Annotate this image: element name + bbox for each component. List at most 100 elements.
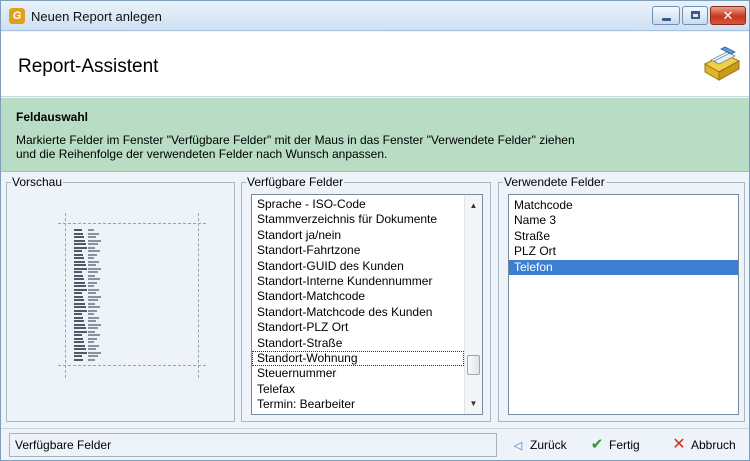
preview-row bbox=[74, 337, 83, 340]
preview-row bbox=[74, 344, 85, 347]
used-field-item[interactable]: Straße bbox=[509, 229, 738, 244]
preview-row bbox=[74, 250, 82, 252]
scroll-up-icon[interactable]: ▲ bbox=[465, 197, 482, 214]
available-field-item[interactable]: Standort-Matchcode bbox=[252, 289, 464, 304]
preview-row bbox=[74, 264, 86, 266]
preview-row bbox=[88, 348, 96, 350]
preview-row bbox=[74, 253, 83, 256]
minimize-button[interactable] bbox=[652, 6, 680, 25]
preview-row bbox=[88, 292, 96, 294]
available-field-item[interactable]: Standort ja/nein bbox=[252, 228, 464, 243]
cancel-button[interactable]: ✕ Abbruch bbox=[671, 436, 736, 454]
preview-row bbox=[88, 239, 101, 242]
preview-row bbox=[88, 264, 96, 266]
preview-row bbox=[88, 330, 95, 333]
preview-row bbox=[74, 288, 87, 291]
available-field-item[interactable]: Sprache - ISO-Code bbox=[252, 197, 464, 212]
preview-row bbox=[74, 323, 85, 326]
scroll-thumb[interactable] bbox=[467, 355, 480, 375]
preview-row bbox=[88, 246, 95, 249]
preview-row bbox=[88, 285, 94, 287]
available-fields-scrollbar[interactable]: ▲ ▼ bbox=[464, 195, 482, 414]
available-field-item[interactable]: Standort-Interne Kundennummer bbox=[252, 274, 464, 289]
wizard-header: Report-Assistent bbox=[1, 32, 749, 97]
report-drawer-icon bbox=[703, 46, 741, 81]
preview-row bbox=[88, 288, 99, 291]
app-logo-icon: G bbox=[9, 8, 25, 24]
preview-row bbox=[74, 267, 87, 270]
preview-row bbox=[88, 316, 99, 319]
preview-row bbox=[74, 274, 83, 277]
preview-row bbox=[88, 232, 99, 235]
available-fields-list[interactable]: Sprache - ISO-Code Stammverzeichnis für D… bbox=[251, 194, 483, 415]
preview-row bbox=[74, 236, 84, 238]
preview-row bbox=[88, 323, 101, 326]
available-field-item[interactable]: Standort-Wohnung bbox=[252, 350, 464, 367]
available-fields-items: Sprache - ISO-Code Stammverzeichnis für D… bbox=[252, 197, 464, 412]
preview-row bbox=[74, 281, 85, 284]
preview-row bbox=[88, 337, 97, 340]
page-margin-line bbox=[58, 365, 206, 366]
preview-row bbox=[74, 295, 83, 298]
cancel-x-icon: ✕ bbox=[672, 436, 686, 453]
scroll-down-icon[interactable]: ▼ bbox=[465, 395, 482, 412]
finish-button[interactable]: ✔ Fertig bbox=[589, 436, 640, 454]
used-field-item[interactable]: Matchcode bbox=[509, 198, 738, 213]
arrow-left-icon: ◁ bbox=[513, 440, 523, 452]
preview-row bbox=[74, 316, 83, 319]
info-line-1: Markierte Felder im Fenster "Verfügbare … bbox=[16, 133, 575, 147]
available-field-item[interactable]: Standort-Fahrtzone bbox=[252, 243, 464, 258]
preview-row bbox=[88, 243, 98, 245]
preview-row bbox=[74, 309, 87, 312]
preview-row bbox=[88, 260, 99, 263]
preview-row bbox=[74, 313, 82, 315]
available-field-item[interactable]: Telefax bbox=[252, 382, 464, 397]
title-bar[interactable]: G Neuen Report anlegen ✕ bbox=[1, 1, 749, 31]
preview-page-thumbnail bbox=[58, 213, 206, 378]
preview-row bbox=[74, 306, 86, 308]
available-field-item[interactable]: Standort-PLZ Ort bbox=[252, 320, 464, 335]
preview-row bbox=[88, 274, 95, 277]
used-fields-label: Verwendete Felder bbox=[503, 175, 606, 189]
available-field-item[interactable]: Termin: Bearbeiter bbox=[252, 397, 464, 412]
preview-row bbox=[88, 309, 97, 312]
available-field-item[interactable]: Stammverzeichnis für Dokumente bbox=[252, 212, 464, 227]
preview-row bbox=[74, 327, 86, 329]
preview-label: Vorschau bbox=[11, 175, 64, 189]
close-button[interactable]: ✕ bbox=[710, 6, 746, 25]
page-margin-line bbox=[58, 223, 206, 224]
preview-row bbox=[88, 236, 96, 238]
preview-row bbox=[88, 355, 98, 357]
preview-row bbox=[88, 358, 95, 361]
preview-row bbox=[88, 334, 100, 336]
used-field-item[interactable]: PLZ Ort bbox=[509, 244, 738, 259]
preview-row bbox=[74, 334, 82, 336]
preview-row bbox=[88, 344, 99, 347]
preview-row bbox=[74, 358, 83, 361]
preview-row bbox=[88, 271, 98, 273]
available-field-item[interactable]: Steuernummer bbox=[252, 366, 464, 381]
preview-row bbox=[74, 232, 83, 235]
available-field-item[interactable]: Standort-GUID des Kunden bbox=[252, 259, 464, 274]
used-field-item[interactable]: Telefon bbox=[509, 259, 738, 275]
preview-row bbox=[88, 281, 97, 284]
preview-row bbox=[74, 348, 86, 350]
preview-row bbox=[74, 278, 84, 280]
used-field-item[interactable]: Name 3 bbox=[509, 213, 738, 228]
preview-row bbox=[88, 267, 101, 270]
back-button[interactable]: ◁ Zurück bbox=[510, 436, 567, 454]
preview-row bbox=[74, 341, 84, 343]
report-wizard-window: G Neuen Report anlegen ✕ Report-Assisten… bbox=[0, 0, 750, 461]
back-label: Zurück bbox=[530, 438, 567, 452]
available-field-item[interactable]: Standort-Straße bbox=[252, 336, 464, 351]
used-fields-list[interactable]: Matchcode Name 3 Straße PLZ Ort Telefon bbox=[508, 194, 739, 415]
maximize-button[interactable] bbox=[682, 6, 708, 25]
available-fields-label: Verfügbare Felder bbox=[246, 175, 345, 189]
preview-row bbox=[88, 295, 101, 298]
minimize-icon bbox=[662, 18, 671, 21]
preview-row bbox=[88, 327, 98, 329]
preview-row bbox=[74, 302, 85, 305]
available-field-item[interactable]: Standort-Matchcode des Kunden bbox=[252, 305, 464, 320]
preview-row bbox=[88, 250, 100, 252]
cancel-label: Abbruch bbox=[691, 438, 736, 452]
